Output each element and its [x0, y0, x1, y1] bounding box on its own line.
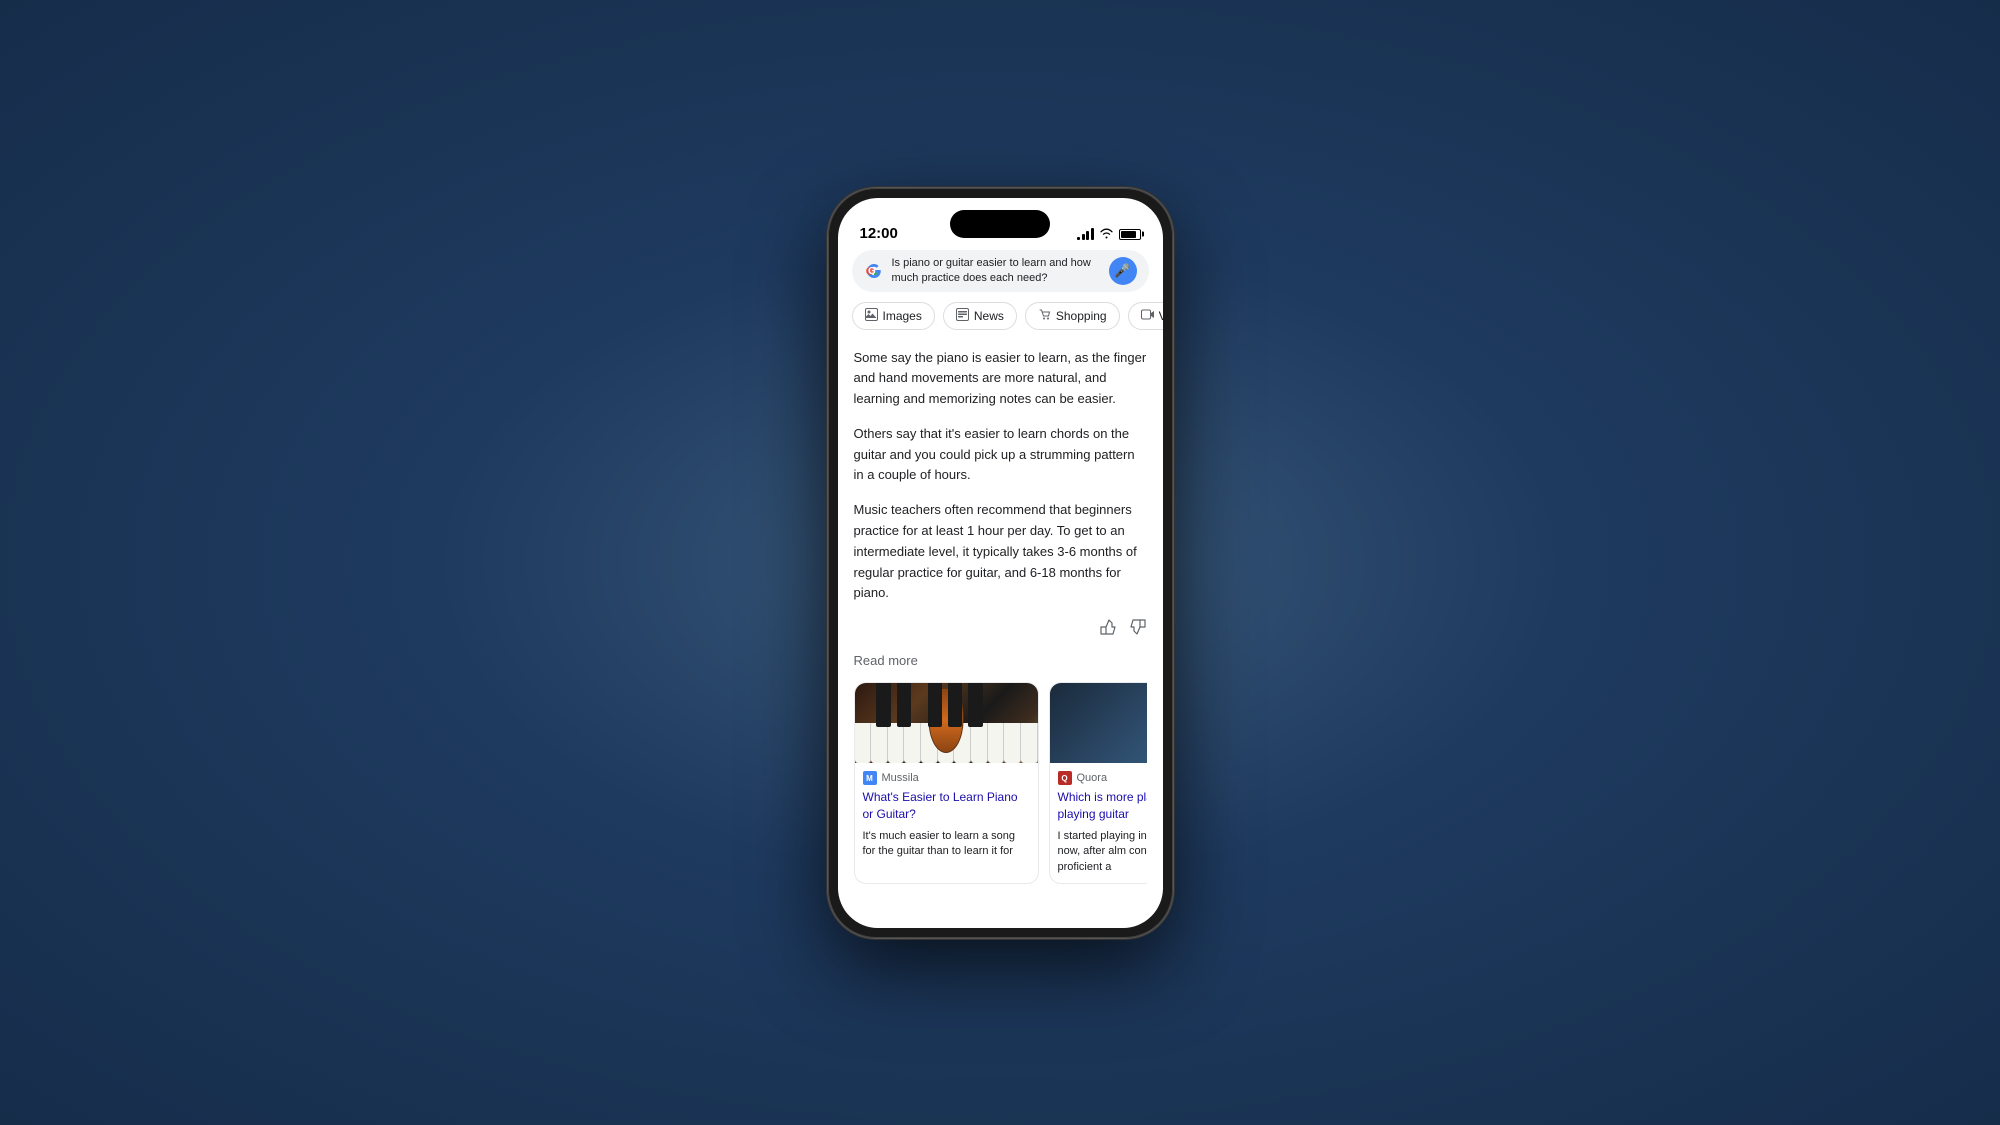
result-card-quora[interactable]: Q Quora Which is more playing piano play…	[1049, 682, 1147, 884]
ai-paragraph-1: Some say the piano is easier to learn, a…	[854, 348, 1147, 410]
ai-summary-text: Some say the piano is easier to learn, a…	[854, 348, 1147, 605]
thumbs-down-button[interactable]	[1129, 618, 1147, 641]
mic-icon: 🎤	[1114, 263, 1130, 279]
svg-text:G: G	[868, 266, 876, 277]
news-tab-icon	[956, 308, 969, 324]
search-bar[interactable]: G Is piano or guitar easier to learn and…	[852, 250, 1149, 292]
tab-shopping-label: Shopping	[1056, 309, 1107, 323]
card-title-mussila[interactable]: What's Easier to Learn Piano or Guitar?	[855, 789, 1038, 829]
quora-favicon: Q	[1058, 771, 1072, 785]
card-snippet-mussila: It's much easier to learn a song for the…	[855, 829, 1038, 868]
feedback-row	[854, 618, 1147, 641]
card-image-piano-guitar	[855, 683, 1038, 763]
status-icons	[1077, 227, 1141, 242]
wifi-icon	[1099, 227, 1114, 242]
signal-icon	[1077, 228, 1094, 240]
thumbs-up-button[interactable]	[1099, 618, 1117, 641]
tab-news[interactable]: News	[943, 302, 1017, 330]
card-image-quora	[1050, 683, 1147, 763]
battery-icon	[1119, 229, 1141, 240]
result-card-mussila[interactable]: M Mussila What's Easier to Learn Piano o…	[854, 682, 1039, 884]
card-snippet-quora: I started playing instruments th now, af…	[1050, 829, 1147, 883]
tab-videos[interactable]: Videos	[1128, 302, 1163, 330]
tab-videos-label: Videos	[1159, 309, 1163, 323]
phone-device: 12:00	[828, 188, 1173, 938]
images-tab-icon	[865, 308, 878, 324]
result-cards-row: M Mussila What's Easier to Learn Piano o…	[854, 682, 1147, 884]
search-query: Is piano or guitar easier to learn and h…	[892, 256, 1101, 285]
quora-source-name: Quora	[1077, 772, 1108, 784]
mussila-favicon: M	[863, 771, 877, 785]
card-title-quora[interactable]: Which is more playing piano playing guit…	[1050, 789, 1147, 829]
microphone-button[interactable]: 🎤	[1109, 257, 1137, 285]
phone-frame: 12:00	[828, 188, 1173, 938]
ai-paragraph-3: Music teachers often recommend that begi…	[854, 500, 1147, 604]
tab-shopping[interactable]: Shopping	[1025, 302, 1120, 330]
tab-images-label: Images	[883, 309, 922, 323]
mussila-source-name: Mussila	[882, 772, 919, 784]
card-source-mussila: M Mussila	[855, 763, 1038, 789]
read-more-link[interactable]: Read more	[854, 653, 1147, 668]
phone-screen: 12:00	[838, 198, 1163, 928]
google-logo: G	[864, 261, 884, 281]
tab-news-label: News	[974, 309, 1004, 323]
dynamic-island	[950, 210, 1050, 238]
tab-images[interactable]: Images	[852, 302, 935, 330]
card-source-quora: Q Quora	[1050, 763, 1147, 789]
ai-summary-content: Some say the piano is easier to learn, a…	[838, 340, 1163, 893]
ai-paragraph-2: Others say that it's easier to learn cho…	[854, 424, 1147, 486]
videos-tab-icon	[1141, 308, 1154, 324]
status-time: 12:00	[860, 225, 898, 242]
filter-tabs: Images News	[838, 302, 1163, 330]
shopping-tab-icon	[1038, 308, 1051, 324]
